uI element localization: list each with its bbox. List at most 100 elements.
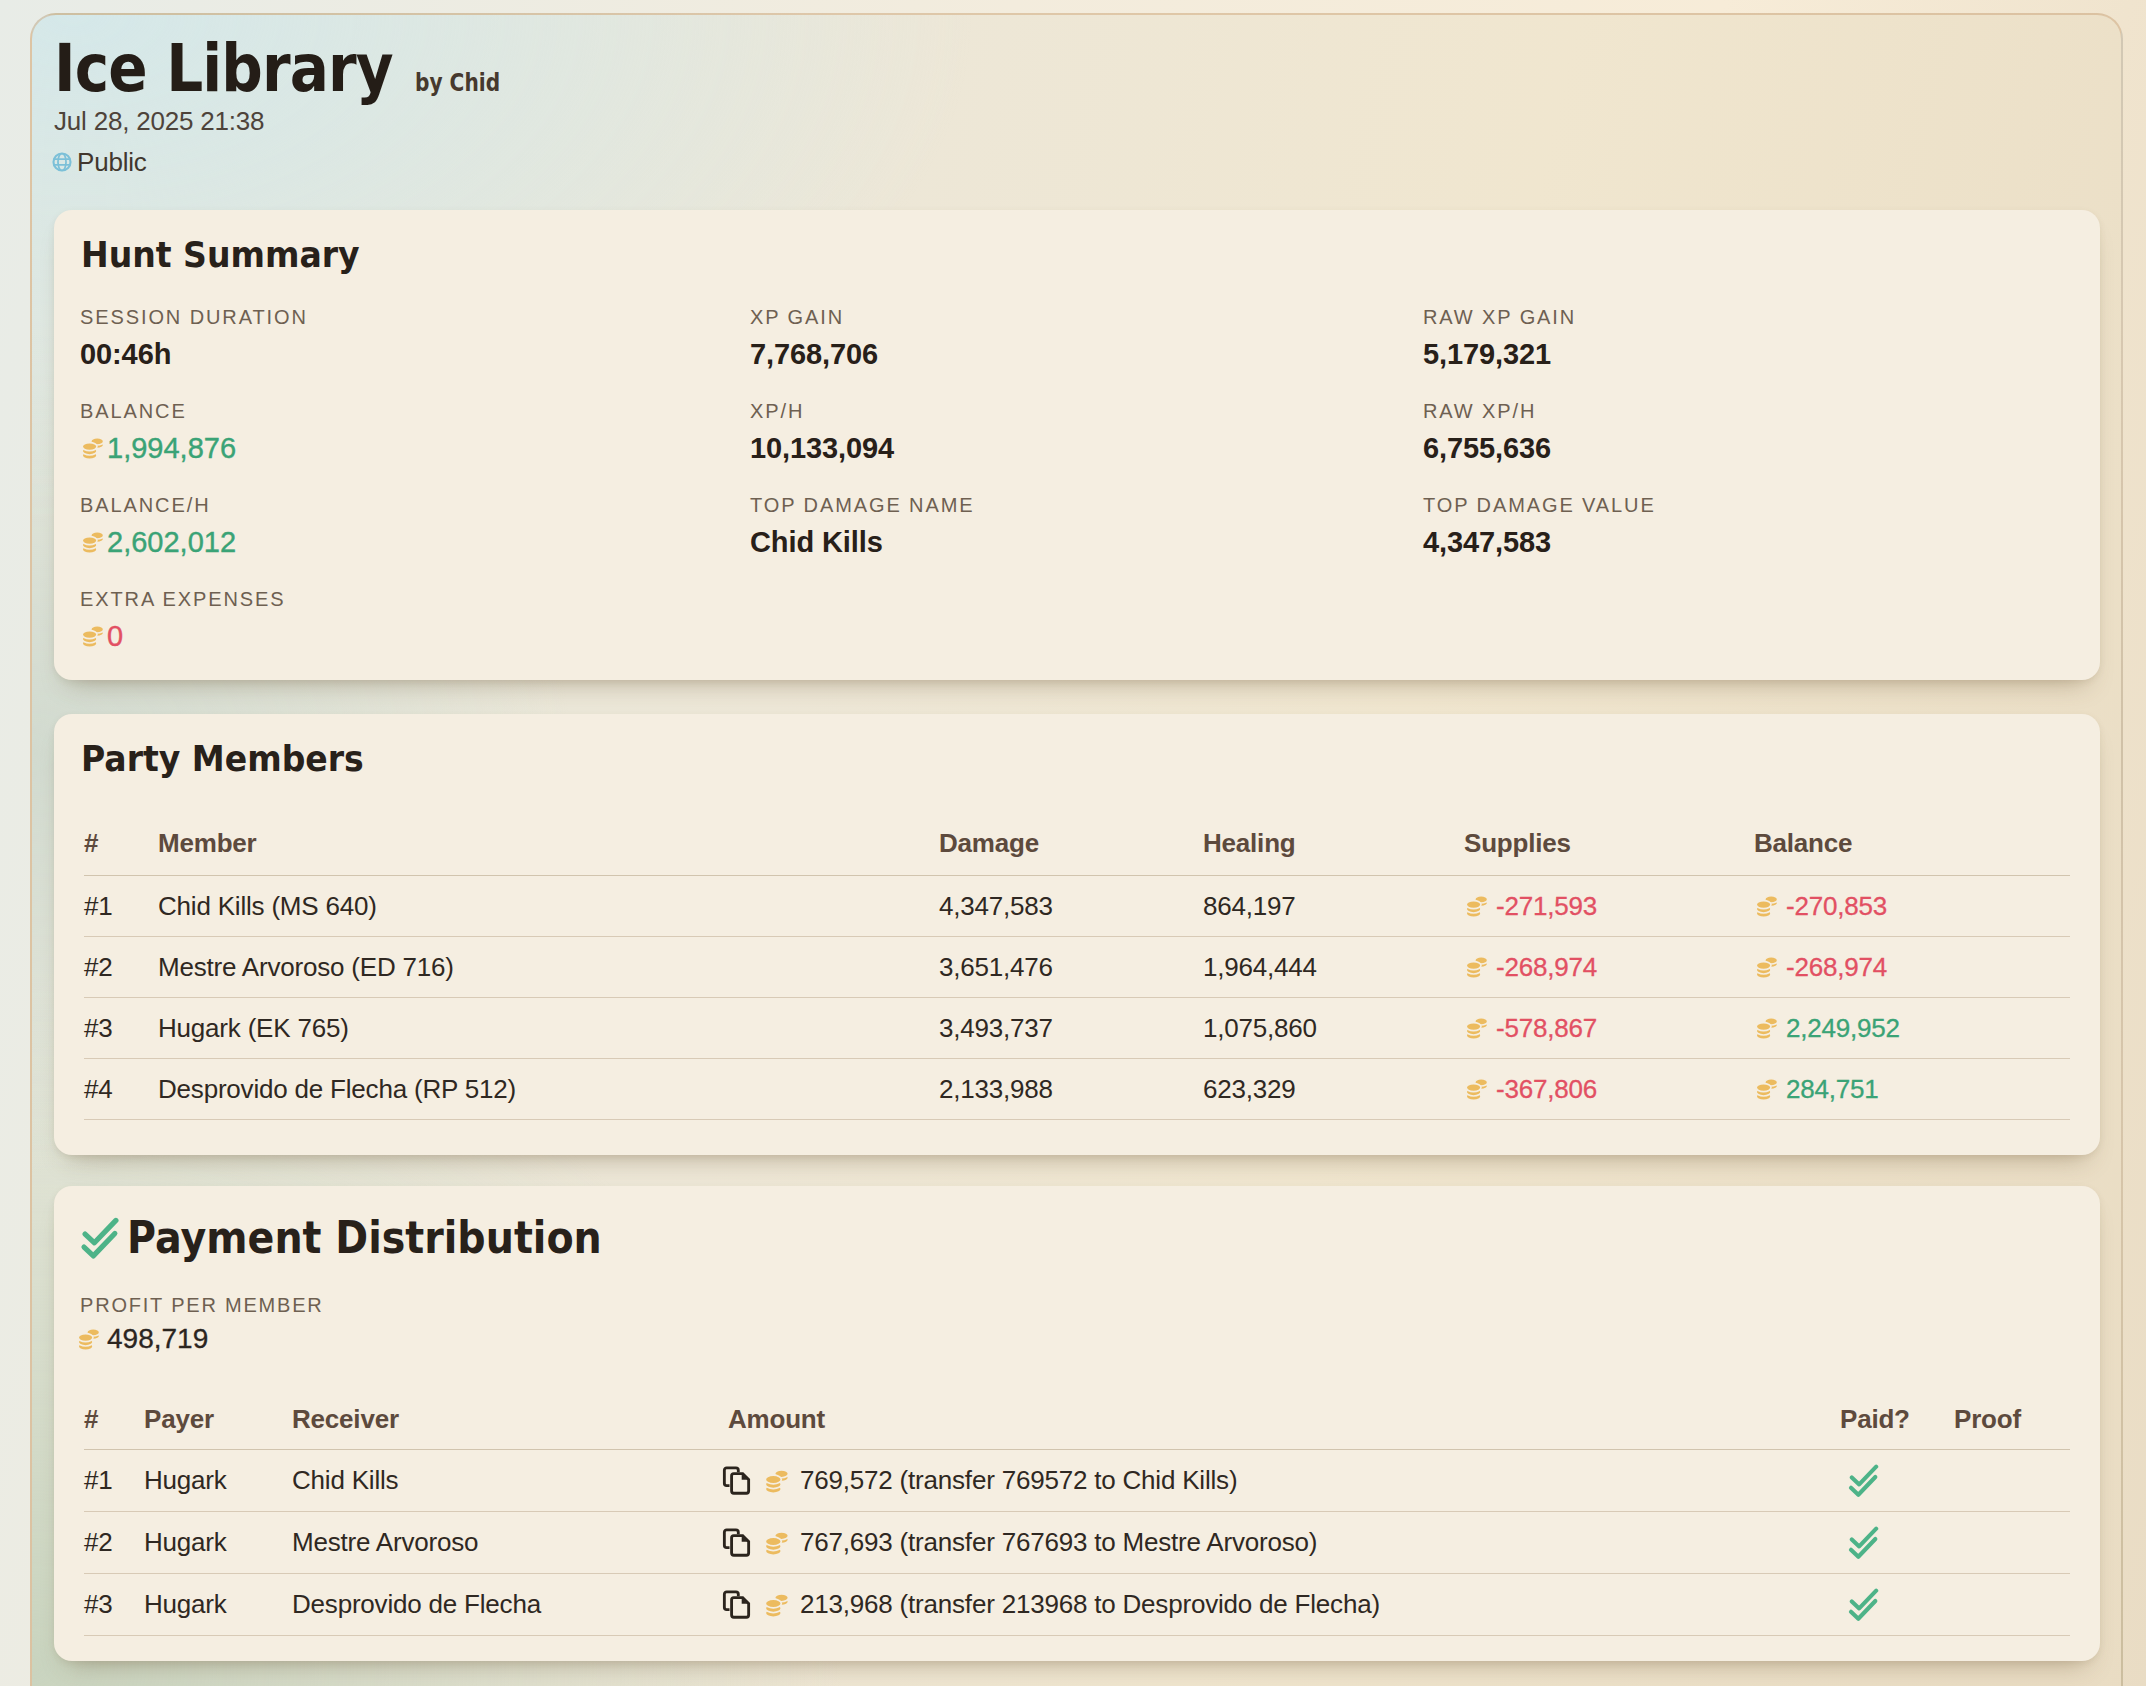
stat-value: 1,994,876 bbox=[107, 431, 236, 465]
stat-value: Chid Kills bbox=[750, 525, 883, 559]
copy-amount-button[interactable] bbox=[721, 1527, 752, 1558]
coins-icon bbox=[1754, 1016, 1780, 1040]
copy-icon bbox=[721, 1589, 752, 1620]
stat-value: 6,755,636 bbox=[1423, 431, 1551, 465]
col-header-amount: Amount bbox=[728, 1404, 1840, 1435]
supplies-value: -268,974 bbox=[1496, 952, 1597, 983]
member-supplies: -578,867 bbox=[1464, 1013, 1754, 1044]
stats-column-1: SESSION DURATION 00:46h BALANCE 1,994,87… bbox=[80, 302, 750, 678]
visibility-label: Public bbox=[77, 147, 147, 178]
payment-heading-row: Payment Distribution bbox=[79, 1215, 667, 1261]
member-balance: 2,249,952 bbox=[1754, 1013, 2070, 1044]
double-check-icon bbox=[1847, 1464, 1881, 1498]
stat-value-row: Chid Kills bbox=[750, 525, 1423, 559]
party-member-row: #1 Chid Kills (MS 640) 4,347,583 864,197… bbox=[84, 876, 2070, 937]
member-name: Mestre Arvoroso (ED 716) bbox=[158, 952, 939, 983]
stats-column-3: RAW XP GAIN 5,179,321 RAW XP/H 6,755,636 bbox=[1423, 302, 2070, 678]
stat-value-row: 0 bbox=[80, 619, 750, 653]
payment-rank: #1 bbox=[84, 1465, 144, 1496]
stat-block: BALANCE/H 2,602,012 bbox=[80, 490, 750, 584]
stat-label: XP/H bbox=[750, 396, 1423, 423]
supplies-value: -271,593 bbox=[1496, 891, 1597, 922]
coins-icon bbox=[80, 436, 106, 460]
party-table-header: # Member Damage Healing Supplies Balance bbox=[84, 826, 2070, 876]
stat-label: XP GAIN bbox=[750, 302, 1423, 329]
payment-amount: 769,572 (transfer 769572 to Chid Kills) bbox=[721, 1465, 1840, 1496]
stats-column-2: XP GAIN 7,768,706 XP/H 10,133,094 bbox=[750, 302, 1423, 678]
stat-value: 2,602,012 bbox=[107, 525, 236, 559]
col-header-receiver: Receiver bbox=[292, 1404, 728, 1435]
member-rank: #1 bbox=[84, 891, 158, 922]
col-header-payer: Payer bbox=[144, 1404, 292, 1435]
payment-receiver: Desprovido de Flecha bbox=[292, 1589, 728, 1620]
party-table-body: #1 Chid Kills (MS 640) 4,347,583 864,197… bbox=[84, 876, 2070, 1120]
amount-text: 767,693 (transfer 767693 to Mestre Arvor… bbox=[800, 1527, 1317, 1558]
coins-icon bbox=[1754, 955, 1780, 979]
col-header-damage: Damage bbox=[939, 828, 1203, 859]
payment-paid-status bbox=[1840, 1464, 1954, 1498]
party-member-row: #3 Hugark (EK 765) 3,493,737 1,075,860 -… bbox=[84, 998, 2070, 1059]
member-balance: -270,853 bbox=[1754, 891, 2070, 922]
payment-payer: Hugark bbox=[144, 1589, 292, 1620]
payment-paid-status bbox=[1840, 1526, 1954, 1560]
stat-label: TOP DAMAGE NAME bbox=[750, 490, 1423, 517]
coins-icon bbox=[762, 1530, 792, 1556]
payment-row: #1 Hugark Chid Kills 769,572 (transfer 7… bbox=[84, 1450, 2070, 1512]
coins-icon bbox=[1464, 955, 1490, 979]
payment-amount: 767,693 (transfer 767693 to Mestre Arvor… bbox=[721, 1527, 1840, 1558]
payment-distribution-heading: Payment Distribution bbox=[127, 1215, 602, 1261]
copy-amount-button[interactable] bbox=[721, 1465, 752, 1496]
col-header-rank: # bbox=[84, 1404, 144, 1435]
stat-label: BALANCE bbox=[80, 396, 750, 423]
supplies-value: -578,867 bbox=[1496, 1013, 1597, 1044]
member-supplies: -268,974 bbox=[1464, 952, 1754, 983]
hunt-summary-heading: Hunt Summary bbox=[81, 231, 360, 279]
stat-value: 4,347,583 bbox=[1423, 525, 1551, 559]
stat-value: 0 bbox=[107, 619, 123, 653]
coins-icon bbox=[1464, 894, 1490, 918]
member-damage: 4,347,583 bbox=[939, 891, 1203, 922]
payment-receiver: Mestre Arvoroso bbox=[292, 1527, 728, 1558]
payment-distribution-card: Payment Distribution PROFIT PER MEMBER 4… bbox=[54, 1186, 2100, 1661]
member-rank: #3 bbox=[84, 1013, 158, 1044]
col-header-member: Member bbox=[158, 828, 939, 859]
coins-icon bbox=[76, 1327, 102, 1351]
title-row: Ice Library by Chid bbox=[54, 35, 516, 103]
stat-block: EXTRA EXPENSES 0 bbox=[80, 584, 750, 678]
payment-amount: 213,968 (transfer 213968 to Desprovido d… bbox=[721, 1589, 1840, 1620]
coins-icon bbox=[1754, 1077, 1780, 1101]
page-title: Ice Library bbox=[54, 35, 393, 103]
member-healing: 623,329 bbox=[1203, 1074, 1464, 1105]
page-byline: by Chid bbox=[415, 71, 500, 95]
coins-icon bbox=[80, 530, 106, 554]
double-check-icon bbox=[1847, 1526, 1881, 1560]
coins-icon bbox=[1464, 1016, 1490, 1040]
col-header-healing: Healing bbox=[1203, 828, 1464, 859]
stat-value-row: 5,179,321 bbox=[1423, 337, 2070, 371]
member-name: Desprovido de Flecha (RP 512) bbox=[158, 1074, 939, 1105]
hunt-summary-stats: SESSION DURATION 00:46h BALANCE 1,994,87… bbox=[80, 302, 2070, 678]
hunt-summary-card: Hunt Summary SESSION DURATION 00:46h BAL… bbox=[54, 210, 2100, 680]
member-balance: -268,974 bbox=[1754, 952, 2070, 983]
stat-value-row: 00:46h bbox=[80, 337, 750, 371]
copy-amount-button[interactable] bbox=[721, 1589, 752, 1620]
stat-value-row: 2,602,012 bbox=[80, 525, 750, 559]
member-rank: #2 bbox=[84, 952, 158, 983]
payment-payer: Hugark bbox=[144, 1527, 292, 1558]
member-damage: 3,651,476 bbox=[939, 952, 1203, 983]
stat-block: BALANCE 1,994,876 bbox=[80, 396, 750, 490]
stat-value: 7,768,706 bbox=[750, 337, 878, 371]
double-check-icon bbox=[1847, 1588, 1881, 1622]
stat-block: RAW XP/H 6,755,636 bbox=[1423, 396, 2070, 490]
copy-icon bbox=[721, 1465, 752, 1496]
globe-icon bbox=[51, 151, 73, 173]
col-header-paid: Paid? bbox=[1840, 1404, 1954, 1435]
stat-value-row: 1,994,876 bbox=[80, 431, 750, 465]
stat-label: RAW XP/H bbox=[1423, 396, 2070, 423]
member-healing: 864,197 bbox=[1203, 891, 1464, 922]
payment-receiver: Chid Kills bbox=[292, 1465, 728, 1496]
party-members-card: Party Members # Member Damage Healing Su… bbox=[54, 714, 2100, 1155]
balance-value: -268,974 bbox=[1786, 952, 1887, 983]
stat-value-row: 4,347,583 bbox=[1423, 525, 2070, 559]
balance-value: 2,249,952 bbox=[1786, 1013, 1900, 1044]
